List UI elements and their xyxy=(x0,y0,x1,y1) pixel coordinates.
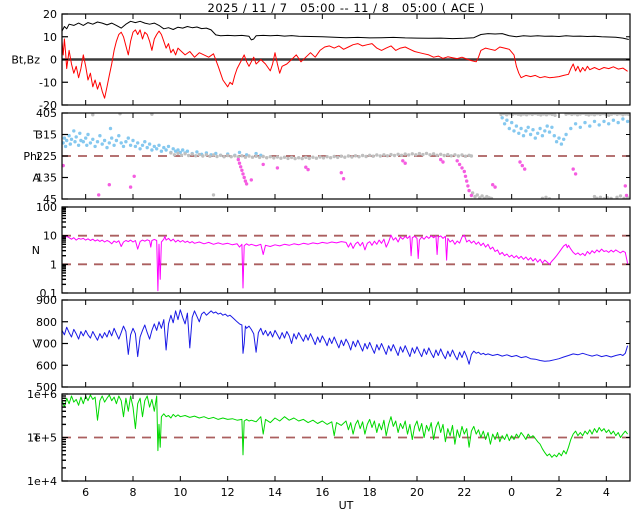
y-tick-label: 1e+6 xyxy=(27,388,57,401)
x-tick-label: 18 xyxy=(363,486,377,499)
panel-frame xyxy=(61,206,631,294)
x-tick-label: 2 xyxy=(556,486,563,499)
x-tick-label: 12 xyxy=(221,486,235,499)
y-tick-label: 405 xyxy=(36,107,57,120)
x-axis-title: UT xyxy=(339,499,354,512)
x-axis-labels: 6 8 10 12 14 16 18 20 22 0 2 4 UT xyxy=(82,486,610,512)
y-tick-label: 20 xyxy=(43,8,57,21)
x-tick-label: 20 xyxy=(410,486,424,499)
y-tick-label: 1 xyxy=(50,258,57,271)
ace-solar-wind-plot: 2025 / 11 / 7 05:00 -- 11 / 8 05:00 ( AC… xyxy=(0,0,640,512)
axis-label-bt,bz: Bt,Bz xyxy=(11,54,40,67)
y-tick-label: 10 xyxy=(43,31,57,44)
y-tick-label: 1e+4 xyxy=(27,475,57,488)
v-series-line xyxy=(62,309,629,365)
x-tick-label: 8 xyxy=(130,486,137,499)
panel-bt-bz: -20-1001020Bt,Bz xyxy=(11,8,631,112)
panel-density: 0.1110100N xyxy=(32,201,631,300)
y-tick-label: 10 xyxy=(43,230,57,243)
y-tick-label: 600 xyxy=(36,359,57,372)
panel-frame xyxy=(61,299,631,388)
y-tick-label: 900 xyxy=(36,294,57,307)
bt-series-line xyxy=(62,20,629,41)
panel-temperature: 1e+4 1e+5 1e+6 T xyxy=(27,388,631,488)
x-tick-label: 0 xyxy=(508,486,515,499)
x-tick-label: 16 xyxy=(315,486,329,499)
t-series-dots xyxy=(62,116,630,157)
axis-label-t: T xyxy=(32,432,40,445)
axis-label-t: T xyxy=(32,129,40,142)
time-series-chart: -20-1001020Bt,Bz45135225315405TPhiA0.111… xyxy=(11,8,631,512)
y-tick-label: 0 xyxy=(50,54,57,67)
x-tick-label: 14 xyxy=(268,486,282,499)
y-tick-label: 800 xyxy=(36,316,57,329)
y-tick-label: 1e+5 xyxy=(27,432,57,445)
x-tick-label: 6 xyxy=(82,486,89,499)
panel-speed: 500600700800900V xyxy=(32,294,631,394)
y-tick-label: 100 xyxy=(36,201,57,214)
x-tick-label: 22 xyxy=(457,486,471,499)
a-series-dots xyxy=(62,157,629,198)
x-tick-label: 10 xyxy=(173,486,187,499)
t-series-line xyxy=(62,394,628,458)
bz-series-line xyxy=(62,29,628,99)
x-tick-label: 4 xyxy=(603,486,610,499)
axis-label-a: A xyxy=(32,172,40,185)
axis-label-v: V xyxy=(32,338,40,351)
panel-t-phi-a: 45135225315405TPhiA xyxy=(23,107,631,206)
axis-label-n: N xyxy=(32,244,40,257)
y-tick-label: -10 xyxy=(39,76,57,89)
axis-label-phi: Phi xyxy=(23,150,40,163)
n-series-line xyxy=(62,234,629,292)
